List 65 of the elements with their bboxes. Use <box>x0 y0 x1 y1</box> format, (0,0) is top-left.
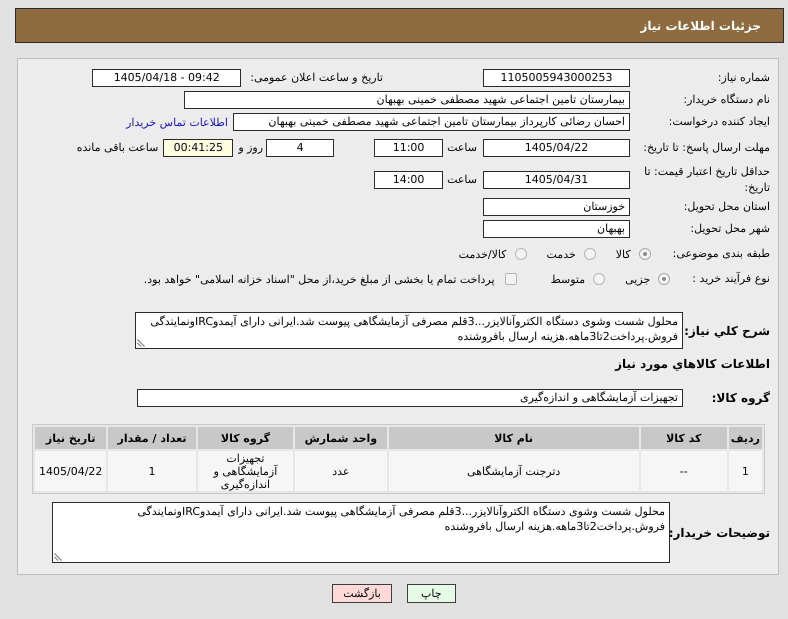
delivery-city-field[interactable]: بهبهان <box>483 220 630 238</box>
radio-button[interactable] <box>584 248 596 260</box>
radio-button[interactable] <box>638 248 651 260</box>
subject-category-label: طبقه بندی موضوعی: <box>672 246 771 262</box>
delivery-province-label: استان محل تحویل: <box>682 199 771 215</box>
general-description-label: شرح کلي نیاز: <box>683 322 771 338</box>
delivery-province-field[interactable]: خوزستان <box>483 198 630 216</box>
price-validity-label: حداقل تاریخ اعتبار قیمت: تا تاریخ: <box>643 164 771 196</box>
table-cell: تجهیزات آزمایشگاهی و اندازه‌گیری <box>198 451 294 491</box>
resize-handle-icon[interactable] <box>137 339 145 347</box>
table-cell: دترجنت آزمایشگاهی <box>388 451 639 491</box>
back-button[interactable]: بازگشت <box>332 584 392 603</box>
column-header: کد کالا <box>640 427 727 449</box>
table-cell: -- <box>640 451 727 491</box>
radio-label: کالا/خدمت <box>458 248 506 260</box>
column-header: گروه کالا <box>198 427 294 449</box>
delivery-city-label: شهر محل تحویل: <box>689 221 771 237</box>
validity-date-field[interactable]: 1405/04/31 <box>483 170 630 188</box>
requester-label: ایجاد کننده درخواست: <box>668 114 771 130</box>
announce-date-field[interactable]: 1405/04/18 - 09:42 <box>92 69 242 87</box>
treasury-payment-label: پرداخت تمام یا بخشی از مبلغ خرید،از محل "اسناد خزانه اسلامی" خواهد بود. <box>144 272 495 286</box>
days-label: روز و <box>238 140 264 156</box>
buyer-notes-textarea[interactable]: محلول شست وشوی دستگاه الکتروآنالایزر...3قلم مصرفی آزمایشگاهی پیوست شد.ایرانی دارای آیمدوIRCونمایندگی فروش.پرداخت2تا3ماهه.هزینه ارسال بافروشنده <box>52 502 670 563</box>
radio-label: متوسط <box>550 272 586 286</box>
checkbox[interactable] <box>504 273 517 285</box>
days-field[interactable]: 4 <box>266 139 334 157</box>
buyer-org-label: نام دستگاه خریدار: <box>682 92 771 108</box>
column-header: تاریخ نیاز <box>35 427 106 449</box>
goods-group-field[interactable]: تجهیزات آزمایشگاهی و اندازه‌گیری <box>137 389 683 407</box>
radio-label: خدمت <box>546 248 576 260</box>
buyer-org-field[interactable]: بیمارستان تامین اجتماعی شهید مصطفی خمینی بهبهان <box>184 91 630 109</box>
purchase-process-label: نوع فرآیند خرید : <box>692 271 771 287</box>
goods-group-label: گروه کالا: <box>710 390 771 406</box>
table-cell: 1 <box>108 451 196 491</box>
table-cell: 1 <box>728 451 762 491</box>
radio-button[interactable] <box>514 248 526 260</box>
deadline-time-field[interactable]: 11:00 <box>374 139 444 157</box>
column-header: تعداد / مقدار <box>108 427 196 449</box>
need-number-label: شماره نیاز: <box>716 70 771 86</box>
column-header: ردیف <box>728 427 762 449</box>
response-deadline-label: مهلت ارسال پاسخ: تا تاریخ: <box>642 140 771 156</box>
column-header: نام کالا <box>388 427 639 449</box>
section-heading: اطلاعات كالاهاي مورد نياز <box>614 356 771 372</box>
announce-date-label: تاریخ و ساعت اعلان عمومی: <box>250 70 383 86</box>
table-cell: 1405/04/22 <box>35 451 106 491</box>
radio-label: کالا <box>616 248 631 260</box>
need-number-field[interactable]: 1105005943000253 <box>483 69 630 87</box>
remaining-time-field[interactable]: 00:41:25 <box>163 139 234 157</box>
requester-field[interactable]: احسان رضائی کارپرداز بیمارستان تامین اجتماعی شهید مصطفی خمینی بهبهان <box>233 113 630 131</box>
radio-button[interactable] <box>593 273 606 285</box>
buyer-contact-link[interactable]: اطلاعات تماس خریدار <box>126 116 228 128</box>
validity-time-field[interactable]: 14:00 <box>374 170 444 188</box>
print-button[interactable]: چاپ <box>406 584 456 603</box>
time-label: ساعت <box>447 172 477 188</box>
remaining-time-label: ساعت باقی مانده <box>76 140 158 156</box>
table-cell: عدد <box>295 451 387 491</box>
buyer-notes-label: توضیحات خریدار: <box>670 524 771 540</box>
time-label: ساعت <box>447 140 477 156</box>
resize-handle-icon[interactable] <box>54 553 62 561</box>
description-textarea[interactable]: محلول شست وشوی دستگاه الکتروآنالایزر...3قلم مصرفی آزمایشگاهی پیوست شد.ایرانی دارای آیمدوIRCونمایندگی فروش.پرداخت2تا3ماهه.هزینه ارسال بافروشنده <box>135 312 683 349</box>
deadline-date-field[interactable]: 1405/04/22 <box>483 139 630 157</box>
radio-button[interactable] <box>658 273 670 285</box>
column-header: واحد شمارش <box>295 427 387 449</box>
page-title: جزئیات اطلاعات نیاز <box>640 18 761 32</box>
radio-label: جزیی <box>625 272 650 286</box>
